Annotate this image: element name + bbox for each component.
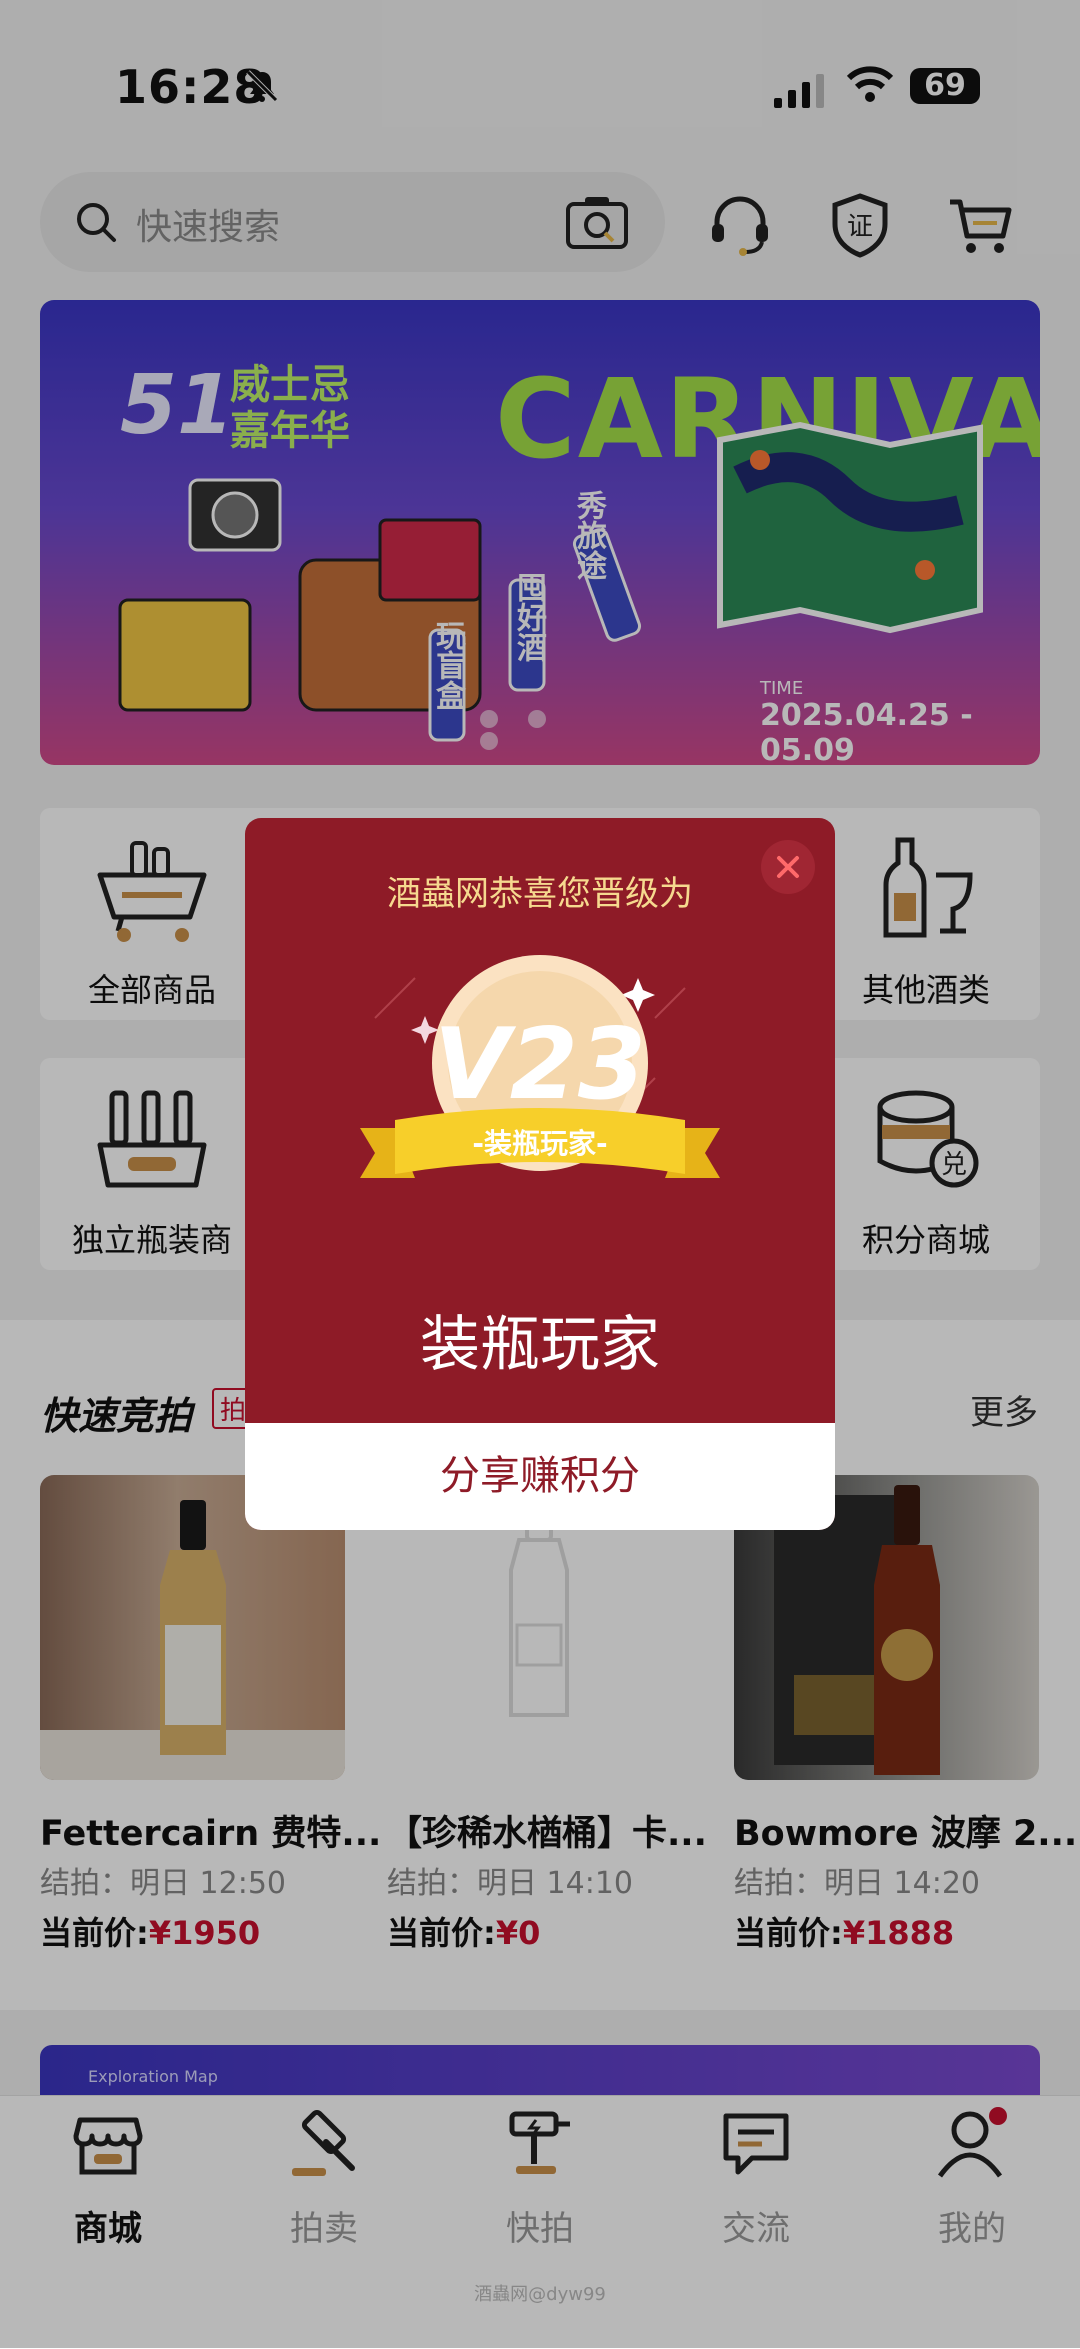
modal-heading: 酒蟲网恭喜您晋级为	[387, 874, 693, 914]
level-up-modal: 酒蟲网恭喜您晋级为 V23 -装瓶玩家- 装瓶玩家 分享赚积分	[245, 818, 835, 1530]
level-text: V23	[434, 1008, 646, 1122]
close-button[interactable]	[761, 840, 815, 894]
share-earn-points-button[interactable]: 分享赚积分	[245, 1423, 835, 1530]
ribbon-text: -装瓶玩家-	[472, 1127, 607, 1160]
level-badge-icon: V23 -装瓶玩家-	[360, 955, 720, 1178]
close-icon	[777, 856, 799, 878]
modal-title: 装瓶玩家	[420, 1310, 660, 1380]
